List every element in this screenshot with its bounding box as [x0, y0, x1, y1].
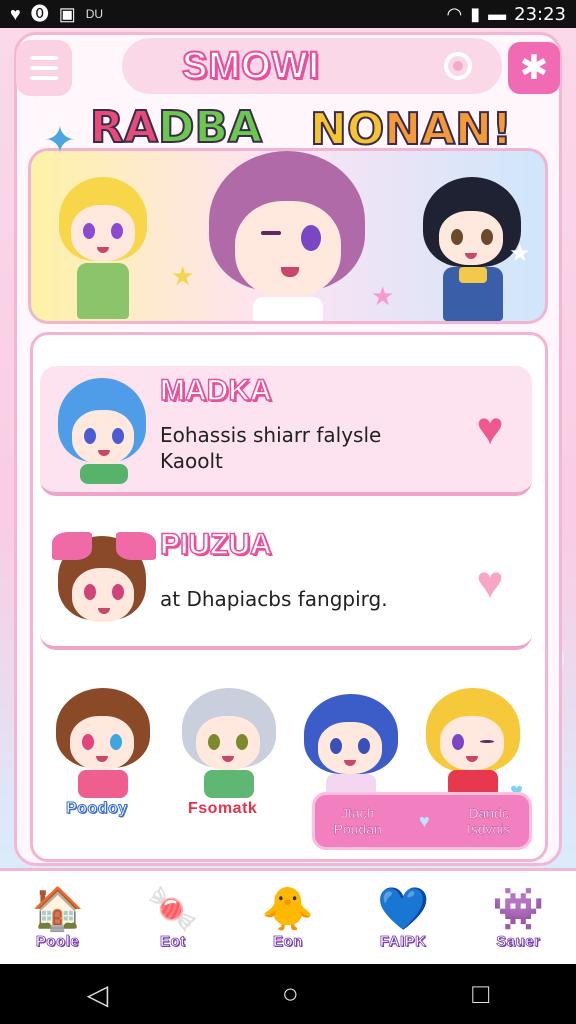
- nav-game[interactable]: 👾 Sauer: [470, 875, 566, 961]
- list-item[interactable]: MADKA Eohassis shiarr falysle Kaoolt ♥: [40, 366, 532, 496]
- pairing-card[interactable]: Jtach Poudan ♥ Dandc Isdvois: [312, 792, 532, 850]
- nav-label: Poole: [35, 933, 80, 951]
- carrier-label: DU: [85, 7, 104, 21]
- heart-icon: ♥: [418, 811, 430, 831]
- star-sparkle-icon: ★: [171, 261, 195, 291]
- image-icon: ▣: [58, 4, 76, 24]
- house-icon: 🏠: [31, 885, 84, 932]
- character-label: Fsomatk: [188, 800, 258, 817]
- wifi-icon: ◠: [446, 4, 463, 24]
- top-bar: SMOWI ✱: [16, 38, 560, 98]
- chibi-blonde-girl: [53, 171, 153, 321]
- star-icon: ✱: [519, 49, 549, 87]
- list-item[interactable]: PIUZUA at Dhapiacbs fangpirg. ♥: [40, 520, 532, 650]
- back-icon[interactable]: ◁: [87, 978, 109, 1011]
- nav-candy[interactable]: 🍬 Eot: [125, 875, 221, 961]
- nav-label: Eot: [159, 933, 186, 951]
- status-time: 23:23: [514, 3, 566, 25]
- title-pill: SMOWI: [122, 38, 502, 94]
- chick-icon: 🐥: [261, 885, 315, 932]
- game-icon: 👾: [492, 885, 545, 932]
- bottom-navigation: 🏠 Poole 🍬 Eot 🐥 Eon 💙 FAIPK 👾 Sauer: [0, 868, 576, 964]
- heart-status-icon: ♥: [10, 4, 21, 24]
- star-sparkle-icon: ★: [509, 240, 531, 267]
- chibi-cat-ears-brown[interactable]: [48, 678, 158, 798]
- candy-icon: 🍬: [146, 885, 199, 932]
- star-sparkle-icon: ★: [371, 281, 395, 311]
- app-title: SMOWI: [181, 44, 320, 88]
- hero-banner: ★ ★ ★: [28, 148, 548, 324]
- list-item-name: PIUZUA: [159, 527, 272, 562]
- character-label: Poodoy: [66, 800, 128, 818]
- banner-title-right: NONAN!: [309, 103, 513, 156]
- status-bar: ♥ ⓿ ▣ DU ◠ ▮ ▬ 23:23: [0, 0, 576, 28]
- pairing-sub-right: Isdvois: [466, 821, 511, 837]
- favorite-heart-outline-icon[interactable]: ♥: [464, 558, 516, 606]
- system-navigation-bar: ◁ ○ □: [0, 964, 576, 1024]
- nav-label: Eon: [273, 933, 303, 951]
- chibi-purple-hair: [201, 151, 371, 321]
- chibi-bunny-ears-blue[interactable]: [296, 678, 406, 798]
- battery-icon: ▬: [488, 4, 507, 24]
- pairing-name-left: Jtach: [340, 805, 375, 821]
- home-circle-icon[interactable]: ○: [282, 978, 299, 1010]
- nav-label: Sauer: [496, 933, 541, 951]
- list-item-description: Eohassis shiarr falysle Kaoolt: [160, 423, 382, 473]
- menu-button[interactable]: [16, 40, 72, 96]
- list-item-name: MADKA: [159, 373, 272, 408]
- blue-star-icon: ✦: [44, 120, 76, 162]
- nav-home[interactable]: 🏠 Poole: [10, 875, 106, 961]
- banner-title-left: RADBA: [89, 101, 263, 154]
- signal-icon: ▮: [470, 4, 481, 24]
- pairing-name-right: Dandc: [468, 805, 509, 821]
- recents-square-icon[interactable]: □: [472, 978, 489, 1010]
- nav-chick[interactable]: 🐥 Eon: [240, 875, 336, 961]
- nav-label: FAIPK: [379, 933, 427, 951]
- circle-icon[interactable]: [444, 52, 472, 80]
- chibi-silver-hair[interactable]: [174, 678, 284, 798]
- avatar: [52, 374, 152, 484]
- nav-chat[interactable]: 💙 FAIPK: [355, 875, 451, 961]
- star-action-button[interactable]: ✱: [508, 42, 560, 94]
- favorite-heart-icon[interactable]: ♥: [464, 404, 516, 452]
- list-item-description: at Dhapiacbs fangpirg.: [160, 587, 388, 611]
- pairing-sub-left: Poudan: [333, 821, 382, 837]
- avatar: [52, 528, 156, 638]
- hamburger-icon: [30, 56, 58, 60]
- heart-chat-icon: 💙: [377, 885, 430, 932]
- notification-icon: ⓿: [30, 4, 49, 24]
